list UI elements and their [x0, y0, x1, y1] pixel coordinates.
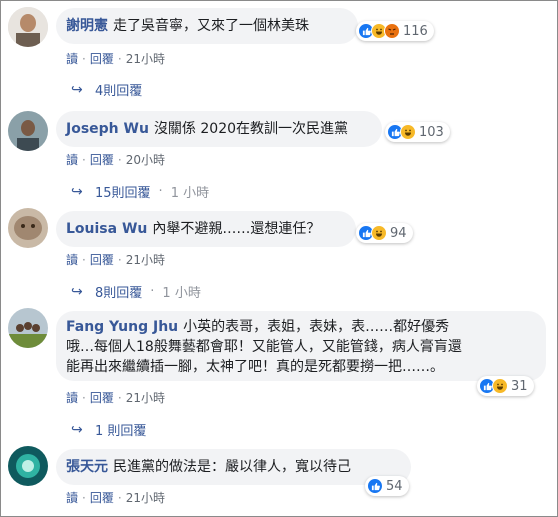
- avatar[interactable]: [8, 308, 48, 348]
- view-replies[interactable]: ↪ 8則回覆 · 1 小時: [71, 282, 201, 302]
- view-replies[interactable]: ↪ 4則回覆: [71, 80, 142, 100]
- comment-actions: 讀 · 回覆 · 21小時: [66, 389, 165, 406]
- comment-text-line-1: 小英的表哥，表姐，表妹，表……都好優秀: [183, 319, 450, 335]
- replies-time: 1 小時: [162, 286, 201, 301]
- read-button[interactable]: 讀: [66, 251, 78, 268]
- comment-actions: 讀 · 回覆 · 21小時: [66, 489, 165, 506]
- replies-count[interactable]: 1 則回覆: [95, 420, 146, 439]
- comment-actions: 讀 · 回覆 · 21小時: [66, 50, 165, 67]
- reaction-summary[interactable]: 103: [385, 122, 450, 142]
- read-button[interactable]: 讀: [66, 151, 78, 168]
- read-button[interactable]: 讀: [66, 489, 78, 506]
- comment-text: 沒關係 2020在教訓一次民進黨: [153, 121, 349, 137]
- comment-text-line-2: 哦…每個人18般舞藝都會耶！又能管人，又能管錢，病人膏肓還: [66, 339, 462, 355]
- avatar[interactable]: [8, 446, 48, 486]
- comment-author[interactable]: Fang Yung Jhu: [66, 319, 178, 335]
- comment-time[interactable]: 21小時: [126, 389, 165, 406]
- comment-text: 民進黨的做法是：嚴以律人，寬以待己: [113, 459, 351, 475]
- reply-button[interactable]: 回覆: [90, 151, 114, 168]
- read-button[interactable]: 讀: [66, 389, 78, 406]
- read-button[interactable]: 讀: [66, 50, 78, 67]
- reply-arrow-icon: ↪: [71, 81, 83, 98]
- comment-text: 內舉不避親……還想連任？: [152, 221, 321, 237]
- comment-text-line-3: 能再出來繼續插一腳，太神了吧！真的是死都要撈一把……。: [66, 359, 444, 375]
- replies-time: 1 小時: [170, 186, 210, 201]
- reply-button[interactable]: 回覆: [90, 251, 114, 268]
- replies-count[interactable]: 4則回覆: [95, 80, 142, 99]
- like-icon: [367, 478, 383, 494]
- reply-button[interactable]: 回覆: [90, 389, 114, 406]
- view-replies[interactable]: ↪ 1 則回覆: [71, 420, 146, 440]
- view-replies[interactable]: ↪ 15則回覆 · 1 小時: [71, 182, 210, 202]
- comment-time[interactable]: 21小時: [126, 489, 165, 506]
- comment-author[interactable]: 張天元: [66, 459, 108, 475]
- reply-arrow-icon: ↪: [71, 421, 83, 438]
- reaction-summary[interactable]: 94: [356, 223, 413, 243]
- comment-author[interactable]: 謝明憲: [66, 18, 108, 34]
- reaction-count: 31: [511, 378, 528, 394]
- comment-time[interactable]: 21小時: [126, 251, 165, 268]
- comment-bubble: Joseph Wu 沒關係 2020在教訓一次民進黨: [56, 111, 382, 147]
- reply-button[interactable]: 回覆: [90, 50, 114, 67]
- comment-text: 走了吳音寧，又來了一個林美珠: [113, 18, 309, 34]
- haha-icon: [400, 124, 416, 140]
- haha-icon: [371, 225, 387, 241]
- reaction-summary[interactable]: 54: [365, 476, 409, 496]
- comment-bubble: Louisa Wu 內舉不避親……還想連任？: [56, 211, 356, 247]
- reaction-summary[interactable]: 31: [477, 376, 534, 396]
- haha-icon: [492, 378, 508, 394]
- comment-time[interactable]: 21小時: [126, 50, 165, 67]
- avatar[interactable]: [8, 111, 48, 151]
- replies-count[interactable]: 15則回覆: [95, 182, 151, 201]
- avatar[interactable]: [8, 208, 48, 248]
- comment-bubble: 謝明憲 走了吳音寧，又來了一個林美珠: [56, 8, 358, 44]
- angry-icon: [384, 23, 400, 39]
- reaction-summary[interactable]: 116: [356, 21, 434, 41]
- reaction-count: 54: [386, 478, 403, 494]
- comment-actions: 讀 · 回覆 · 21小時: [66, 251, 165, 268]
- comment-author[interactable]: Joseph Wu: [66, 121, 149, 137]
- reaction-count: 103: [419, 124, 444, 140]
- avatar[interactable]: [8, 7, 48, 47]
- comment-bubble: Fang Yung Jhu 小英的表哥，表姐，表妹，表……都好優秀 哦…每個人18…: [56, 311, 546, 381]
- replies-count[interactable]: 8則回覆: [95, 282, 142, 301]
- comment-thread: 謝明憲 走了吳音寧，又來了一個林美珠 116 讀 · 回覆 · 21小時 ↪ 4則…: [0, 0, 558, 517]
- comment-author[interactable]: Louisa Wu: [66, 221, 147, 237]
- comment-actions: 讀 · 回覆 · 20小時: [66, 151, 165, 168]
- reaction-count: 116: [403, 23, 428, 39]
- comment-bubble: 張天元 民進黨的做法是：嚴以律人，寬以待己: [56, 449, 411, 485]
- reaction-count: 94: [390, 225, 407, 241]
- comment-time[interactable]: 20小時: [126, 151, 165, 168]
- reply-button[interactable]: 回覆: [90, 489, 114, 506]
- reply-arrow-icon: ↪: [71, 283, 83, 300]
- reply-arrow-icon: ↪: [71, 183, 83, 200]
